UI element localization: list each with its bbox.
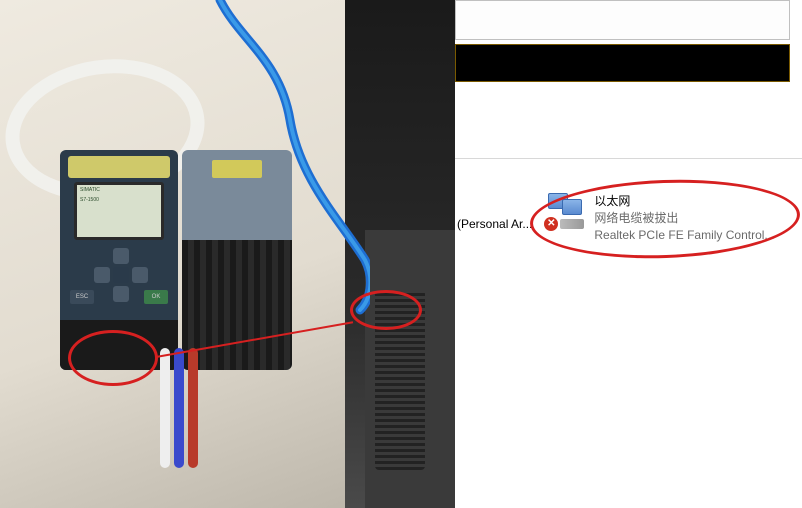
plc-power-module	[182, 150, 292, 370]
dpad-down-icon	[113, 286, 129, 302]
plc-right-label	[212, 160, 262, 178]
plc-esc-button: ESC	[70, 290, 94, 304]
adapter-text-block: 以太网 网络电缆被拔出 Realtek PCIe FE Family Contr…	[594, 193, 774, 243]
disconnected-x-icon: ✕	[544, 217, 558, 231]
plc-label-tape	[68, 156, 170, 178]
address-bar-placeholder[interactable]	[455, 0, 790, 40]
annotation-ellipse-plc-port	[68, 330, 158, 386]
plc-ok-button: OK	[144, 290, 168, 304]
plc-display: SIMATIC S7-1500	[74, 182, 164, 240]
adapter-name: 以太网	[594, 193, 774, 210]
other-adapter-truncated-label[interactable]: (Personal Ar...	[457, 189, 532, 231]
plc-display-line2: S7-1500	[77, 195, 161, 205]
wire-red	[188, 348, 198, 468]
adapter-status: 网络电缆被拔出	[594, 210, 774, 227]
wire-white	[160, 348, 170, 468]
toolbar-placeholder	[455, 44, 790, 82]
window-title-region	[455, 0, 802, 88]
wire-blue	[174, 348, 184, 468]
hardware-photo: SIMATIC S7-1500 ESC OK	[0, 0, 455, 508]
wiring-bundle	[150, 348, 260, 468]
adapters-row: (Personal Ar... ✕ 以太网 网络电缆被拔出 Realtek PC…	[455, 159, 802, 247]
annotation-ellipse-laptop-port	[350, 290, 422, 330]
dpad-up-icon	[113, 248, 129, 264]
network-adapters-panel: (Personal Ar... ✕ 以太网 网络电缆被拔出 Realtek PC…	[455, 0, 802, 508]
cable-plug-icon	[560, 219, 584, 229]
dpad-right-icon	[132, 267, 148, 283]
network-adapter-icon: ✕	[548, 193, 586, 229]
dpad-left-icon	[94, 267, 110, 283]
monitor-icon	[562, 199, 582, 215]
dpad-center-icon	[113, 267, 129, 283]
adapter-description: Realtek PCIe FE Family Control...	[594, 227, 774, 244]
plc-dpad	[94, 248, 148, 302]
plc-display-line1: SIMATIC	[77, 185, 161, 195]
ethernet-adapter-item[interactable]: ✕ 以太网 网络电缆被拔出 Realtek PCIe FE Family Con…	[542, 189, 780, 247]
